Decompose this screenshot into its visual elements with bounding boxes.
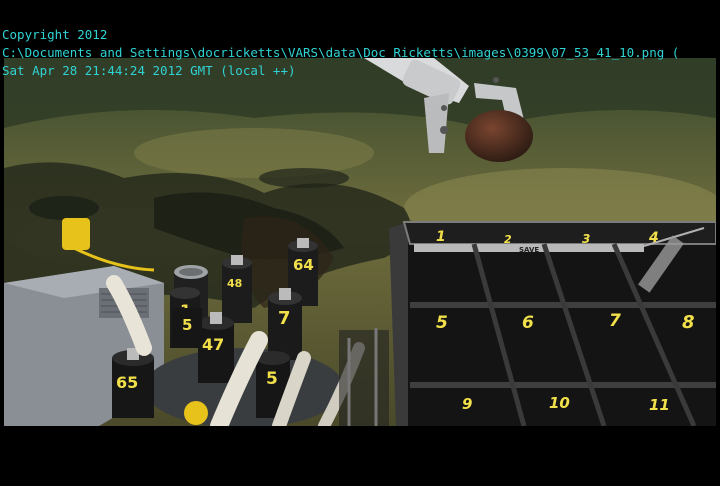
tube-label: 48 xyxy=(227,277,242,290)
crate-save-label: SAVE xyxy=(519,246,539,254)
crate-cell-label: 5 xyxy=(436,313,448,333)
sample-crate: SAVE 1 2 3 4 5 6 7 8 9 10 11 xyxy=(389,221,716,426)
push-core-tube: 47 xyxy=(198,312,234,383)
tube-label: 7 xyxy=(278,308,291,329)
crate-cell-label: 2 xyxy=(504,233,512,246)
seafloor-camera-image: 64 48 1 7 xyxy=(4,58,716,426)
copyright-overlay: Copyright 2012 xyxy=(2,27,108,42)
crate-cell-label: 4 xyxy=(648,230,659,246)
crate-cell-label: 6 xyxy=(522,313,534,333)
crate-cell-label: 10 xyxy=(549,394,570,412)
crate-cell-label: 11 xyxy=(649,396,670,414)
crate-cell-label: 3 xyxy=(582,232,590,246)
push-core-tube: 7 xyxy=(268,288,302,360)
push-core-tube: 48 xyxy=(222,255,252,323)
crate-cell-label: 1 xyxy=(436,229,446,245)
rock-sample xyxy=(465,110,533,162)
timestamp-overlay: Sat Apr 28 21:44:24 2012 GMT (local ++) xyxy=(2,63,296,78)
tube-label: 5 xyxy=(266,369,278,389)
push-core-tube: 65 xyxy=(112,348,154,418)
tube-label: 65 xyxy=(116,373,138,392)
file-path-overlay: C:\Documents and Settings\docricketts\VA… xyxy=(2,45,680,60)
push-core-tube: 5 xyxy=(172,308,202,348)
yellow-marker xyxy=(62,218,90,250)
tube-label: 47 xyxy=(202,335,224,354)
tube-label: 5 xyxy=(182,316,192,334)
crate-cell-label: 9 xyxy=(462,395,472,413)
crate-cell-label: 7 xyxy=(609,311,621,331)
tube-label: 64 xyxy=(293,256,314,274)
crate-cell-label: 8 xyxy=(682,312,695,333)
